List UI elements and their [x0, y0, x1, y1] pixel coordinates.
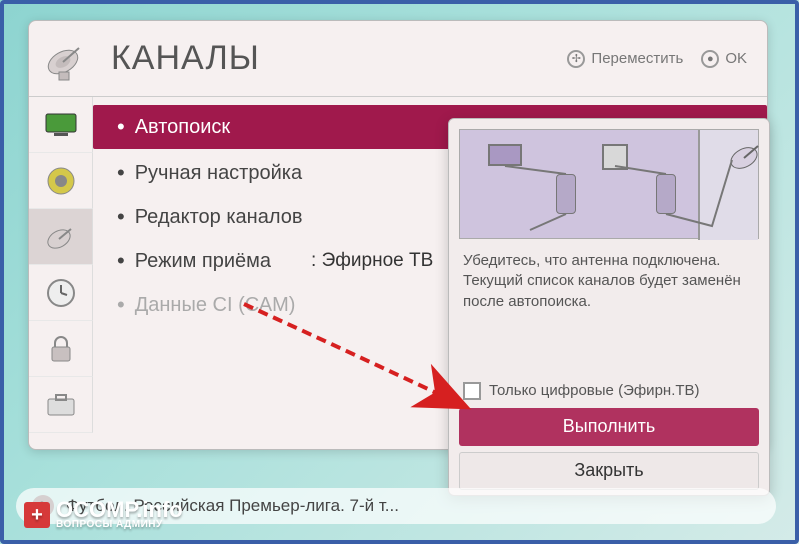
- sidebar-item-clock[interactable]: [29, 265, 93, 321]
- sidebar-item-tv[interactable]: [29, 97, 93, 153]
- sidebar-item-lock[interactable]: [29, 321, 93, 377]
- checkbox-icon[interactable]: [463, 382, 481, 400]
- ok-icon: ●: [701, 50, 719, 68]
- title-bar: КАНАЛЫ ✢ Переместить ● OK: [29, 21, 767, 97]
- bullet-icon: •: [117, 204, 125, 230]
- bullet-icon: •: [117, 248, 125, 274]
- hint-move: ✢ Переместить: [567, 50, 683, 68]
- hint-ok: ● OK: [701, 50, 747, 68]
- digital-only-option[interactable]: Только цифровые (Эфирн.ТВ): [459, 382, 759, 400]
- bullet-icon: •: [117, 160, 125, 186]
- title-hints: ✢ Переместить ● OK: [567, 50, 747, 68]
- watermark: + OCOMP.info ВОПРОСЫ АДМИНУ: [24, 497, 183, 530]
- antenna-diagram: [459, 129, 759, 239]
- bullet-icon: •: [117, 114, 125, 140]
- sidebar-item-briefcase[interactable]: [29, 377, 93, 433]
- page-title: КАНАЛЫ: [111, 39, 567, 78]
- sidebar-item-antenna[interactable]: [29, 209, 93, 265]
- autosearch-popup: Убедитесь, что антенна подключена. Текущ…: [448, 118, 770, 496]
- sidebar: [29, 97, 93, 449]
- sidebar-item-speaker[interactable]: [29, 153, 93, 209]
- plus-icon: +: [24, 502, 50, 528]
- close-button[interactable]: Закрыть: [459, 452, 759, 490]
- bullet-icon: •: [117, 292, 125, 318]
- execute-button[interactable]: Выполнить: [459, 408, 759, 446]
- popup-message: Убедитесь, что антенна подключена. Текущ…: [459, 249, 759, 324]
- move-icon: ✢: [567, 50, 585, 68]
- satellite-dish-icon: [39, 32, 93, 86]
- reception-mode-value: : Эфирное ТВ: [311, 250, 433, 272]
